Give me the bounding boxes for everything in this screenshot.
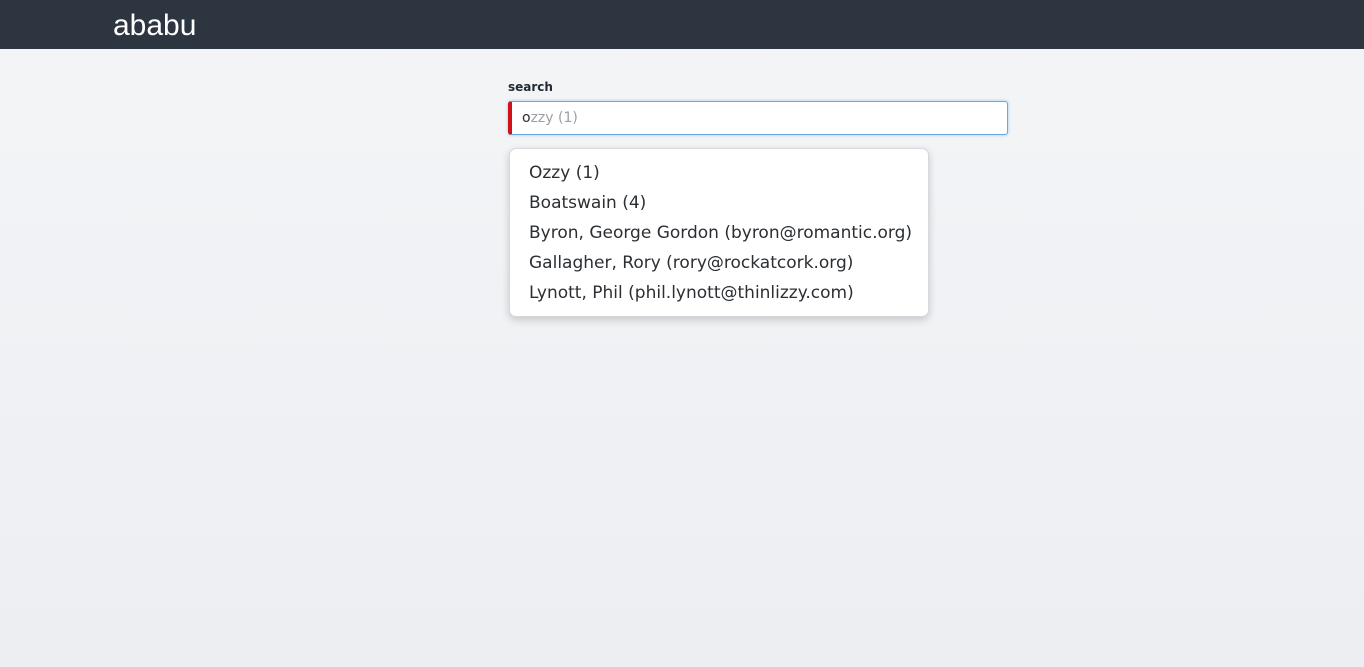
dropdown-item-lynott[interactable]: Lynott, Phil (phil.lynott@thinlizzy.com) bbox=[510, 278, 928, 308]
search-box[interactable]: ozzy (1) bbox=[508, 101, 1008, 135]
search-label: search bbox=[508, 80, 553, 94]
dropdown-item-boatswain[interactable]: Boatswain (4) bbox=[510, 188, 928, 218]
brand-logo[interactable]: ababu bbox=[113, 8, 196, 44]
search-field-group: search ozzy (1) bbox=[508, 79, 1008, 135]
autocomplete-dropdown: Ozzy (1) Boatswain (4) Byron, George Gor… bbox=[509, 148, 929, 317]
search-input[interactable] bbox=[512, 102, 1007, 134]
dropdown-item-ozzy[interactable]: Ozzy (1) bbox=[510, 158, 928, 188]
top-navbar: ababu bbox=[0, 0, 1364, 49]
dropdown-item-byron[interactable]: Byron, George Gordon (byron@romantic.org… bbox=[510, 218, 928, 248]
dropdown-item-gallagher[interactable]: Gallagher, Rory (rory@rockatcork.org) bbox=[510, 248, 928, 278]
